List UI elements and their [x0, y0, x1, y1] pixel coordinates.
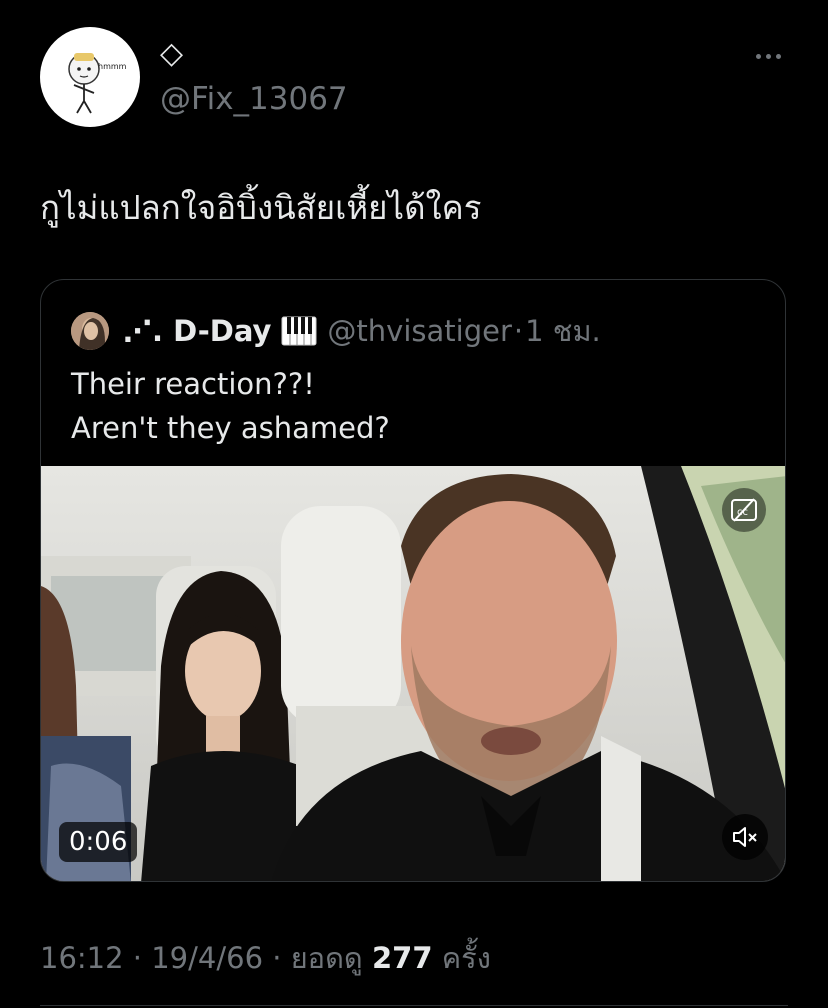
quoted-author-name[interactable]: ⋰. D-Day — [123, 312, 271, 350]
author-avatar[interactable]: hmmm — [40, 27, 140, 127]
tweet-date[interactable]: 19/4/66 — [151, 941, 263, 975]
video-frame — [41, 466, 785, 881]
divider — [40, 1005, 788, 1006]
video-player[interactable]: cc 0:06 — [41, 466, 785, 881]
avatar-caption: hmmm — [98, 62, 127, 71]
quoted-tweet-text: Their reaction??! Aren't they ashamed? — [71, 362, 390, 450]
more-dot-icon — [765, 53, 771, 59]
author-display-name[interactable]: ◇ — [160, 36, 183, 72]
tweet-metadata: 16:12 · 19/4/66 · ยอดดู 277 ครั้ง — [40, 938, 491, 978]
quoted-tweet-time[interactable]: 1 ชม. — [525, 312, 601, 350]
more-dot-icon — [755, 53, 761, 59]
author-handle[interactable]: @Fix_13067 — [160, 80, 348, 118]
quoted-author-avatar[interactable] — [71, 312, 109, 350]
closed-captions-off-icon: cc — [731, 498, 757, 522]
tweet-time[interactable]: 16:12 — [40, 941, 124, 975]
closed-captions-button[interactable]: cc — [722, 488, 766, 532]
quoted-tweet-card[interactable]: ⋰. D-Day @thvisatiger · 1 ชม. Their reac… — [40, 279, 786, 882]
meta-separator: · — [123, 941, 152, 975]
piano-keys-icon — [281, 314, 317, 348]
speaker-muted-icon — [733, 827, 757, 847]
quoted-author-handle[interactable]: @thvisatiger — [327, 312, 511, 350]
quoted-tweet-header: ⋰. D-Day @thvisatiger · 1 ชม. — [123, 312, 601, 350]
quoted-tweet-line: Their reaction??! — [71, 367, 315, 401]
views-label: ยอดดู — [290, 941, 372, 975]
views-count[interactable]: 277 — [372, 941, 433, 975]
views-suffix: ครั้ง — [432, 941, 491, 975]
video-duration: 0:06 — [59, 822, 138, 862]
mute-toggle-button[interactable] — [722, 814, 768, 860]
more-options-button[interactable] — [748, 44, 788, 68]
tweet-detail: hmmm ◇ @Fix_13067 กูไม่แปลกใจอิบิ้งนิสัย… — [0, 0, 828, 1008]
meta-separator: · — [263, 941, 291, 975]
quoted-tweet-line: Aren't they ashamed? — [71, 411, 390, 445]
more-dot-icon — [775, 53, 781, 59]
dot-separator: · — [513, 314, 524, 348]
tweet-text: กูไม่แปลกใจอิบิ้งนิสัยเหี้ยได้ใคร — [40, 188, 482, 227]
